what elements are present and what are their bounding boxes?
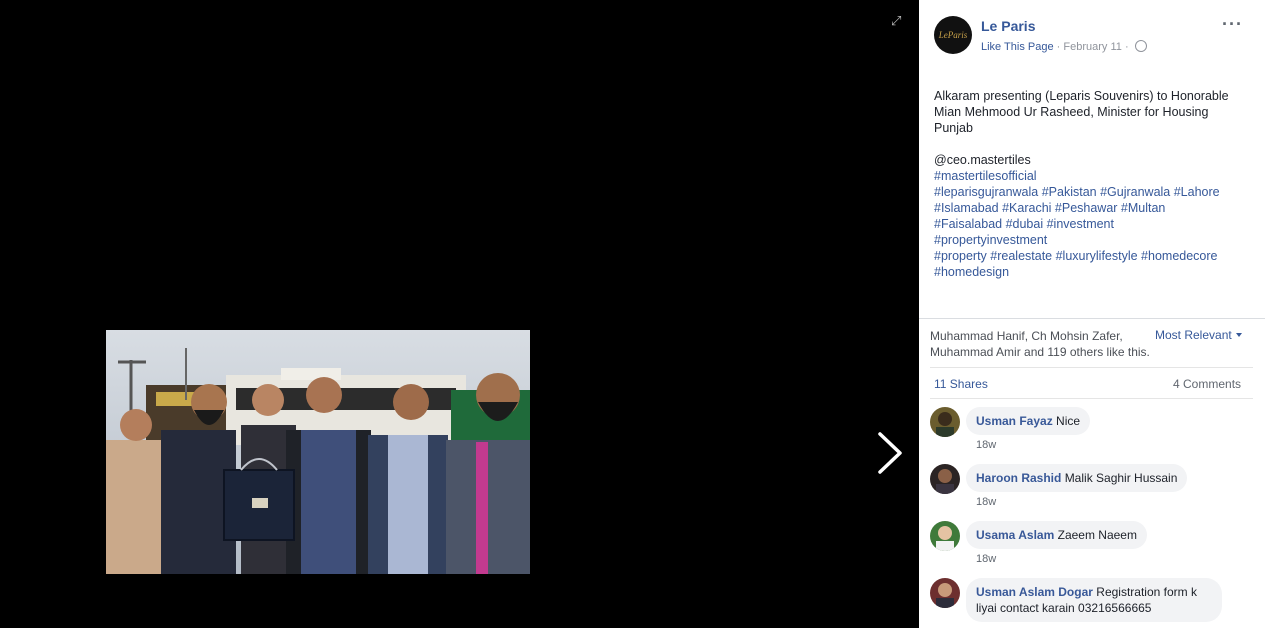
more-options-icon[interactable]: ···	[1222, 14, 1243, 35]
comment-item: Usman Aslam Dogar Registration form k li…	[930, 578, 1255, 628]
comment-time[interactable]: 18w	[976, 496, 996, 508]
comment-sort-label: Most Relevant	[1155, 328, 1232, 342]
page-avatar-logo-text: LeParis	[938, 30, 968, 40]
hashtag-line[interactable]: #property #realestate #luxurylifestyle #…	[934, 248, 1250, 264]
comment-author[interactable]: Haroon Rashid	[976, 471, 1061, 485]
chevron-right-icon[interactable]	[872, 430, 906, 476]
divider	[930, 367, 1253, 368]
avatar-image	[930, 407, 960, 437]
page-avatar[interactable]: LeParis	[934, 16, 972, 54]
comment-item: Haroon Rashid Malik Saghir Hussain 18w	[930, 464, 1255, 516]
avatar[interactable]	[930, 464, 960, 494]
shares-link[interactable]: 11 Shares	[934, 377, 988, 391]
comments-count-link[interactable]: 4 Comments	[1173, 377, 1241, 391]
hashtag-line[interactable]: #Islamabad #Karachi #Peshawar #Multan	[934, 200, 1250, 216]
hashtag-line[interactable]: #leparisgujranwala #Pakistan #Gujranwala…	[934, 184, 1250, 200]
comment-bubble: Usman Fayaz Nice	[966, 407, 1091, 435]
comment-bubble: Haroon Rashid Malik Saghir Hussain	[966, 464, 1188, 492]
divider	[919, 318, 1265, 319]
caret-down-icon	[1235, 333, 1242, 337]
divider	[930, 398, 1253, 399]
comment-time[interactable]: 18w	[976, 439, 996, 451]
post-text: Alkaram presenting (Leparis Souvenirs) t…	[934, 88, 1250, 280]
comment-sort-dropdown[interactable]: Most Relevant	[1155, 328, 1242, 342]
expand-icon[interactable]: ⤢	[891, 14, 905, 28]
meta-separator: ·	[1056, 41, 1061, 53]
post-photo[interactable]	[106, 330, 530, 574]
avatar[interactable]	[930, 407, 960, 437]
globe-icon[interactable]	[1134, 40, 1147, 52]
avatar-image	[930, 521, 960, 551]
comment-text: Zaeem Naeem	[1057, 528, 1137, 542]
comment-text: Malik Saghir Hussain	[1064, 471, 1178, 485]
page-name-link[interactable]: Le Paris	[981, 18, 1035, 34]
comment-bubble: Usman Aslam Dogar Registration form k li…	[966, 578, 1222, 622]
post-caption: Alkaram presenting (Leparis Souvenirs) t…	[934, 89, 1229, 135]
post-date[interactable]: February 11	[1063, 41, 1122, 53]
privacy-separator: ·	[1124, 41, 1129, 53]
likes-summary[interactable]: Muhammad Hanif, Ch Mohsin Zafer, Muhamma…	[930, 328, 1150, 360]
comment-author[interactable]: Usman Aslam Dogar	[976, 585, 1093, 599]
avatar[interactable]	[930, 578, 960, 608]
comment-author[interactable]: Usman Fayaz	[976, 414, 1053, 428]
hashtag-line[interactable]: #mastertilesofficial	[934, 168, 1250, 184]
avatar-image	[930, 464, 960, 494]
comment-bubble: Usama Aslam Zaeem Naeem	[966, 521, 1147, 549]
avatar[interactable]	[930, 521, 960, 551]
comment-item: Usama Aslam Zaeem Naeem 18w	[930, 521, 1255, 573]
post-meta: Like This Page · February 11 ·	[981, 40, 1147, 53]
post-mention[interactable]: @ceo.mastertiles	[934, 152, 1250, 168]
post-side-panel: LeParis Le Paris Like This Page · Februa…	[919, 0, 1265, 628]
photo-viewer: ⤢	[0, 0, 919, 628]
hashtag-line[interactable]: #propertyinvestment	[934, 232, 1250, 248]
like-page-link[interactable]: Like This Page	[981, 41, 1054, 53]
avatar-image	[930, 578, 960, 608]
hashtag-line[interactable]: #homedesign	[934, 264, 1250, 280]
comment-time[interactable]: 18w	[976, 553, 996, 565]
comment-item: Usman Fayaz Nice 18w	[930, 407, 1255, 459]
photo-illustration	[106, 330, 530, 574]
comment-text: Nice	[1056, 414, 1081, 428]
hashtag-line[interactable]: #Faisalabad #dubai #investment	[934, 216, 1250, 232]
comment-author[interactable]: Usama Aslam	[976, 528, 1054, 542]
